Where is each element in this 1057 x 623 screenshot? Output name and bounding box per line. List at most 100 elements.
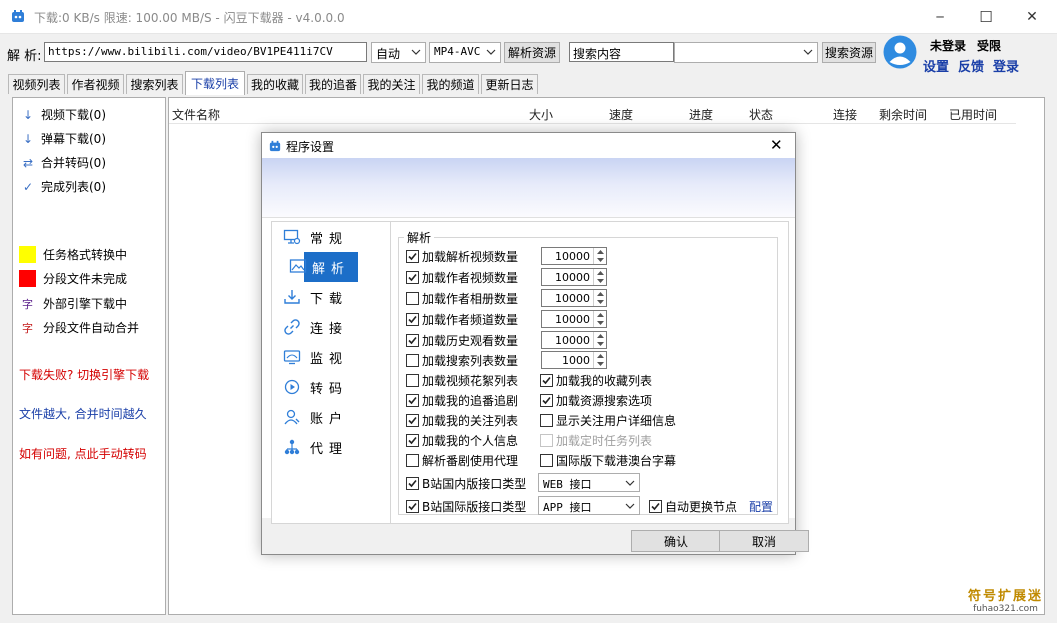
stepper-author-albums[interactable]: 10000: [541, 289, 607, 307]
login-link[interactable]: 登录: [993, 56, 1019, 75]
settings-link[interactable]: 设置: [923, 56, 949, 75]
tab-changelog[interactable]: 更新日志: [481, 74, 538, 94]
maximize-button[interactable]: ☐: [963, 0, 1009, 34]
mode-select-value: 自动: [376, 47, 401, 61]
nav-general[interactable]: 常规: [282, 222, 362, 252]
spin-down-icon[interactable]: [593, 360, 606, 368]
spin-down-icon[interactable]: [593, 298, 606, 306]
tab-my-follows[interactable]: 我的关注: [363, 74, 420, 94]
checkbox-intl-subtitles[interactable]: 国际版下载港澳台字幕: [540, 452, 676, 468]
manual-transcode-link[interactable]: 如有问题, 点此手动转码: [19, 445, 147, 462]
tab-download-list[interactable]: 下载列表: [185, 71, 245, 95]
nav-parse[interactable]: 解析: [304, 252, 358, 282]
column-connections[interactable]: 连接: [833, 106, 857, 123]
checkbox-box: [406, 291, 419, 305]
checkbox-load-search-list[interactable]: 加载搜索列表数量: [406, 352, 518, 368]
chevron-down-icon: [486, 49, 496, 55]
spin-up-icon[interactable]: [593, 352, 606, 360]
spin-up-icon[interactable]: [593, 311, 606, 319]
nav-label: 监视: [310, 351, 349, 367]
format-select-value: MP4-AVC: [434, 45, 481, 58]
tab-my-following-anime[interactable]: 我的追番: [305, 74, 361, 94]
nav-transcode[interactable]: 转码: [282, 372, 362, 402]
checkmark-icon: [542, 376, 551, 384]
close-button[interactable]: ✕: [1009, 0, 1055, 34]
checkbox-load-author-channels[interactable]: 加载作者频道数量: [406, 311, 518, 327]
nav-account[interactable]: 账户: [282, 402, 362, 432]
spin-down-icon[interactable]: [593, 340, 606, 348]
checkbox-auto-switch-node[interactable]: 自动更换节点: [649, 498, 737, 514]
checkbox-load-author-videos[interactable]: 加载作者视频数量: [406, 269, 518, 285]
column-elapsed-time[interactable]: 已用时间: [949, 106, 997, 123]
nav-proxy[interactable]: 代理: [282, 432, 362, 462]
column-remaining-time[interactable]: 剩余时间: [879, 106, 927, 123]
intl-api-select[interactable]: APP 接口: [538, 496, 640, 515]
nav-danmaku-download[interactable]: ↓ 弹幕下载(0): [21, 130, 106, 147]
mode-select[interactable]: 自动: [371, 42, 426, 63]
checkbox-box: [406, 476, 419, 490]
nav-merge-transcode[interactable]: ⇄ 合并转码(0): [21, 154, 106, 171]
nav-completed-list[interactable]: ✓ 完成列表(0): [21, 178, 106, 195]
cancel-button[interactable]: 取消: [719, 530, 809, 552]
confirm-button[interactable]: 确认: [631, 530, 721, 552]
tab-search-list[interactable]: 搜索列表: [126, 74, 183, 94]
spin-down-icon[interactable]: [593, 277, 606, 285]
spin-up-icon[interactable]: [593, 248, 606, 256]
domestic-api-select[interactable]: WEB 接口: [538, 473, 640, 492]
feedback-link[interactable]: 反馈: [958, 56, 984, 75]
spin-up-icon[interactable]: [593, 332, 606, 340]
stepper-author-videos[interactable]: 10000: [541, 268, 607, 286]
tab-author-videos[interactable]: 作者视频: [67, 74, 124, 94]
spin-up-icon[interactable]: [593, 290, 606, 298]
nav-label: 常规: [310, 231, 349, 247]
checkbox-load-scheduled-tasks: 加载定时任务列表: [540, 432, 652, 448]
column-progress[interactable]: 进度: [689, 106, 713, 123]
dialog-close-icon[interactable]: ✕: [770, 136, 783, 154]
stepper-parse-videos[interactable]: 10000: [541, 247, 607, 265]
checkbox-anime-proxy[interactable]: 解析番剧使用代理: [406, 452, 518, 468]
url-input[interactable]: https://www.bilibili.com/video/BV1PE411i…: [44, 42, 367, 62]
stepper-history[interactable]: 10000: [541, 331, 607, 349]
minimize-button[interactable]: ─: [917, 0, 963, 34]
stepper-author-channels[interactable]: 10000: [541, 310, 607, 328]
checkbox-load-my-follows[interactable]: 加载我的关注列表: [406, 412, 518, 428]
nav-connection[interactable]: 连接: [282, 312, 362, 342]
checkbox-load-search-options[interactable]: 加载资源搜索选项: [540, 392, 652, 408]
search-resource-button[interactable]: 搜索资源: [822, 42, 876, 63]
checkbox-label: 加载定时任务列表: [556, 433, 653, 448]
column-size[interactable]: 大小: [529, 106, 553, 123]
column-filename[interactable]: 文件名称: [172, 106, 220, 123]
spin-down-icon[interactable]: [593, 256, 606, 264]
checkmark-icon: [651, 502, 660, 510]
dialog-banner: [262, 158, 795, 218]
checkbox-load-author-albums[interactable]: 加载作者相册数量: [406, 290, 518, 306]
checkbox-domestic-api[interactable]: B站国内版接口类型: [406, 475, 526, 491]
tab-my-favorites[interactable]: 我的收藏: [247, 74, 303, 94]
nav-download[interactable]: 下载: [282, 282, 362, 312]
parse-resource-button[interactable]: 解析资源: [504, 42, 560, 63]
spin-up-icon[interactable]: [593, 269, 606, 277]
checkbox-show-follow-details[interactable]: 显示关注用户详细信息: [540, 412, 676, 428]
legend-incomplete: 分段文件未完成: [19, 270, 127, 287]
checkbox-load-my-anime[interactable]: 加载我的追番追剧: [406, 392, 518, 408]
search-type-select[interactable]: [674, 42, 818, 63]
column-status[interactable]: 状态: [749, 106, 773, 123]
format-select[interactable]: MP4-AVC: [429, 42, 501, 63]
nav-monitor[interactable]: 监视: [282, 342, 362, 372]
checkbox-load-extras[interactable]: 加载视频花絮列表: [406, 372, 518, 388]
checkbox-load-history[interactable]: 加载历史观看数量: [406, 332, 518, 348]
search-input[interactable]: 搜索内容: [569, 42, 674, 62]
config-link[interactable]: 配置: [749, 498, 773, 515]
nav-video-download[interactable]: ↓ 视频下载(0): [21, 106, 106, 123]
stepper-search-list[interactable]: 1000: [541, 351, 607, 369]
tab-video-list[interactable]: 视频列表: [8, 74, 65, 94]
avatar-icon[interactable]: [883, 35, 917, 69]
checkbox-load-my-favorites[interactable]: 加载我的收藏列表: [540, 372, 652, 388]
checkbox-load-my-info[interactable]: 加载我的个人信息: [406, 432, 518, 448]
tab-my-channels[interactable]: 我的频道: [422, 74, 479, 94]
switch-engine-link[interactable]: 下载失败? 切换引擎下载: [19, 366, 149, 383]
checkbox-load-parse-videos[interactable]: 加载解析视频数量: [406, 248, 518, 264]
spin-down-icon[interactable]: [593, 319, 606, 327]
checkbox-intl-api[interactable]: B站国际版接口类型: [406, 498, 526, 514]
column-speed[interactable]: 速度: [609, 106, 633, 123]
